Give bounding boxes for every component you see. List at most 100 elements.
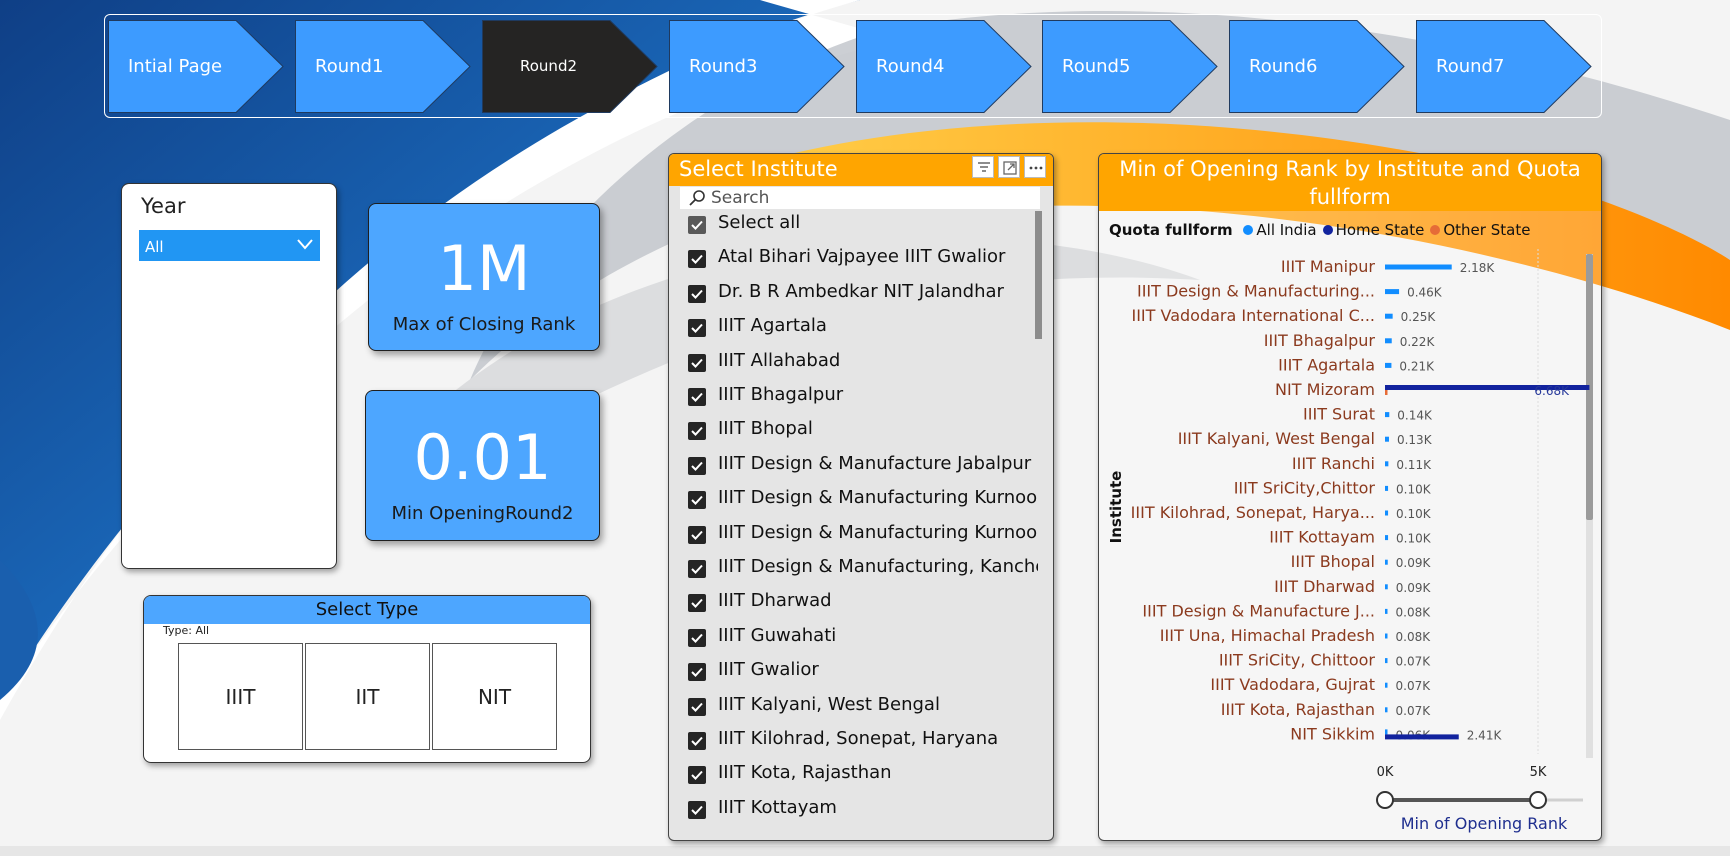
checkbox-checked-icon[interactable] bbox=[688, 250, 706, 269]
search-icon bbox=[689, 190, 705, 206]
year-dropdown[interactable]: All bbox=[139, 230, 320, 261]
data-label: 0.21K bbox=[1399, 359, 1435, 373]
bar[interactable] bbox=[1385, 682, 1388, 688]
bar[interactable] bbox=[1385, 313, 1393, 319]
checkbox-checked-icon[interactable] bbox=[688, 628, 706, 647]
type-option-iiit[interactable]: IIIT bbox=[178, 643, 303, 750]
more-options-icon[interactable] bbox=[1024, 156, 1046, 178]
checkbox-checked-icon[interactable] bbox=[688, 594, 706, 613]
institute-list-item[interactable]: IIIT Bhopal bbox=[688, 417, 1038, 447]
bar-chart-plot: Institute 0K 5K Min of Opening Rank IIIT Man… bbox=[1107, 249, 1590, 833]
institute-search[interactable]: Search bbox=[680, 187, 1040, 209]
y-tick-label: IIIT Vadodara International C... bbox=[1131, 306, 1375, 325]
x-axis-label: Min of Opening Rank bbox=[1401, 814, 1568, 833]
institute-name: IIIT Allahabad bbox=[718, 349, 841, 371]
bar[interactable] bbox=[1385, 510, 1389, 516]
checkbox-checked-icon[interactable] bbox=[688, 663, 706, 682]
institute-name: IIIT Design & Manufacturing Kurnool bbox=[718, 487, 1038, 509]
y-tick-label: IIIT Bhagalpur bbox=[1264, 331, 1376, 350]
institute-list-item[interactable]: Dr. B R Ambedkar NIT Jalandhar bbox=[688, 280, 1038, 310]
institute-list-item[interactable]: IIIT Guwahati bbox=[688, 624, 1038, 654]
nav-button-label: Round6 bbox=[1249, 56, 1318, 77]
kpi-value: 0.01 bbox=[413, 421, 552, 494]
institute-list-item[interactable]: IIIT Agartala bbox=[688, 314, 1038, 344]
focus-mode-icon[interactable] bbox=[998, 156, 1020, 178]
data-label: 0.10K bbox=[1396, 482, 1432, 496]
select-all-item[interactable]: Select all bbox=[688, 211, 1038, 241]
institute-list-item[interactable]: IIIT Kota, Rajasthan bbox=[688, 761, 1038, 791]
institute-list-item[interactable]: IIIT Dharwad bbox=[688, 589, 1038, 619]
institute-name: IIIT Guwahati bbox=[718, 624, 837, 646]
institute-list-item[interactable]: IIIT Design & Manufacturing Kurnool,... bbox=[688, 521, 1038, 551]
checkbox-checked-icon[interactable] bbox=[688, 422, 706, 441]
type-option-iit[interactable]: IIT bbox=[305, 643, 430, 750]
institute-list-item[interactable]: IIIT Kalyani, West Bengal bbox=[688, 693, 1038, 723]
institute-list-item[interactable]: IIIT Gwalior bbox=[688, 658, 1038, 688]
bar[interactable] bbox=[1385, 608, 1388, 614]
institute-name: Dr. B R Ambedkar NIT Jalandhar bbox=[718, 280, 1004, 302]
range-slider-max-handle[interactable] bbox=[1529, 791, 1547, 809]
y-tick-label: NIT Mizoram bbox=[1275, 380, 1375, 399]
bar[interactable] bbox=[1385, 707, 1388, 713]
data-label: 0.22K bbox=[1400, 335, 1436, 349]
range-slider-min-handle[interactable] bbox=[1376, 791, 1394, 809]
x-tick-label: 5K bbox=[1530, 765, 1547, 780]
institute-list-item[interactable]: IIIT Kottayam bbox=[688, 796, 1038, 826]
institute-list-scrollbar[interactable] bbox=[1035, 211, 1042, 339]
bar[interactable] bbox=[1385, 485, 1389, 491]
bar[interactable] bbox=[1385, 633, 1388, 639]
institute-name: IIIT Gwalior bbox=[718, 659, 819, 681]
y-tick-label: IIIT Una, Himachal Pradesh bbox=[1160, 626, 1375, 645]
checkbox-checked-icon[interactable] bbox=[688, 525, 706, 544]
institute-list-item[interactable]: IIIT Design & Manufacture Jabalpur bbox=[688, 452, 1038, 482]
checkbox-checked-icon[interactable] bbox=[688, 800, 706, 819]
checkbox-checked-icon[interactable] bbox=[688, 388, 706, 406]
bar[interactable] bbox=[1385, 436, 1389, 442]
checkbox-checked-icon[interactable] bbox=[688, 319, 706, 338]
filter-icon[interactable] bbox=[972, 156, 994, 178]
y-tick-label: IIIT Kottayam bbox=[1269, 528, 1375, 547]
institute-list-item[interactable]: IIIT Design & Manufacturing Kurnool bbox=[688, 486, 1038, 516]
institute-list-item[interactable]: IIIT Kilohrad, Sonepat, Haryana bbox=[688, 727, 1038, 757]
data-label: 0.10K bbox=[1396, 532, 1432, 546]
checkbox-checked-icon[interactable] bbox=[688, 766, 706, 785]
bar[interactable] bbox=[1385, 535, 1389, 541]
x-tick-label: 0K bbox=[1377, 765, 1394, 780]
bar[interactable] bbox=[1385, 584, 1388, 590]
bar[interactable] bbox=[1385, 338, 1392, 344]
institute-name: IIIT Kilohrad, Sonepat, Haryana bbox=[718, 728, 999, 749]
checkbox-checked-icon[interactable] bbox=[688, 560, 706, 578]
bar[interactable] bbox=[1385, 729, 1388, 735]
institute-list-item[interactable]: Atal Bihari Vajpayee IIIT Gwalior bbox=[688, 245, 1038, 275]
bar[interactable] bbox=[1385, 362, 1392, 368]
y-tick-label: IIIT Agartala bbox=[1278, 355, 1375, 374]
bar[interactable] bbox=[1385, 412, 1390, 418]
type-option-nit[interactable]: NIT bbox=[432, 643, 557, 750]
y-tick-label: IIIT Vadodara, Gujrat bbox=[1210, 675, 1375, 694]
institute-list-item[interactable]: IIIT Design & Manufacturing, Kanche... bbox=[688, 555, 1038, 585]
institute-list-item[interactable]: IIIT Bhagalpur bbox=[688, 383, 1038, 413]
y-tick-label: IIIT Dharwad bbox=[1274, 577, 1375, 596]
checkbox-checked-icon[interactable] bbox=[688, 284, 706, 303]
bar[interactable] bbox=[1385, 461, 1389, 467]
bar[interactable] bbox=[1385, 289, 1400, 295]
checkbox-checked-icon[interactable] bbox=[688, 697, 706, 716]
institute-name: IIIT Bhagalpur bbox=[718, 384, 844, 405]
type-slicer: Select Type Type: All IIIT IIT NIT bbox=[143, 595, 591, 763]
nav-button-label: Round7 bbox=[1436, 56, 1505, 77]
institute-name: IIIT Dharwad bbox=[718, 590, 832, 612]
bar[interactable] bbox=[1385, 658, 1388, 664]
bar[interactable] bbox=[1385, 390, 1388, 395]
bar[interactable] bbox=[1385, 264, 1452, 270]
bar[interactable] bbox=[1385, 734, 1459, 740]
checkbox-checked-icon[interactable] bbox=[688, 732, 706, 750]
data-label: 2.18K bbox=[1460, 261, 1496, 275]
year-dropdown-value: All bbox=[145, 238, 164, 256]
data-label: 0.07K bbox=[1396, 679, 1432, 693]
bar[interactable] bbox=[1385, 559, 1388, 565]
institute-list-item[interactable]: IIIT Allahabad bbox=[688, 349, 1038, 379]
checkbox-checked-icon[interactable] bbox=[688, 216, 706, 234]
checkbox-checked-icon[interactable] bbox=[688, 456, 706, 475]
checkbox-checked-icon[interactable] bbox=[688, 491, 706, 510]
checkbox-checked-icon[interactable] bbox=[688, 353, 706, 372]
